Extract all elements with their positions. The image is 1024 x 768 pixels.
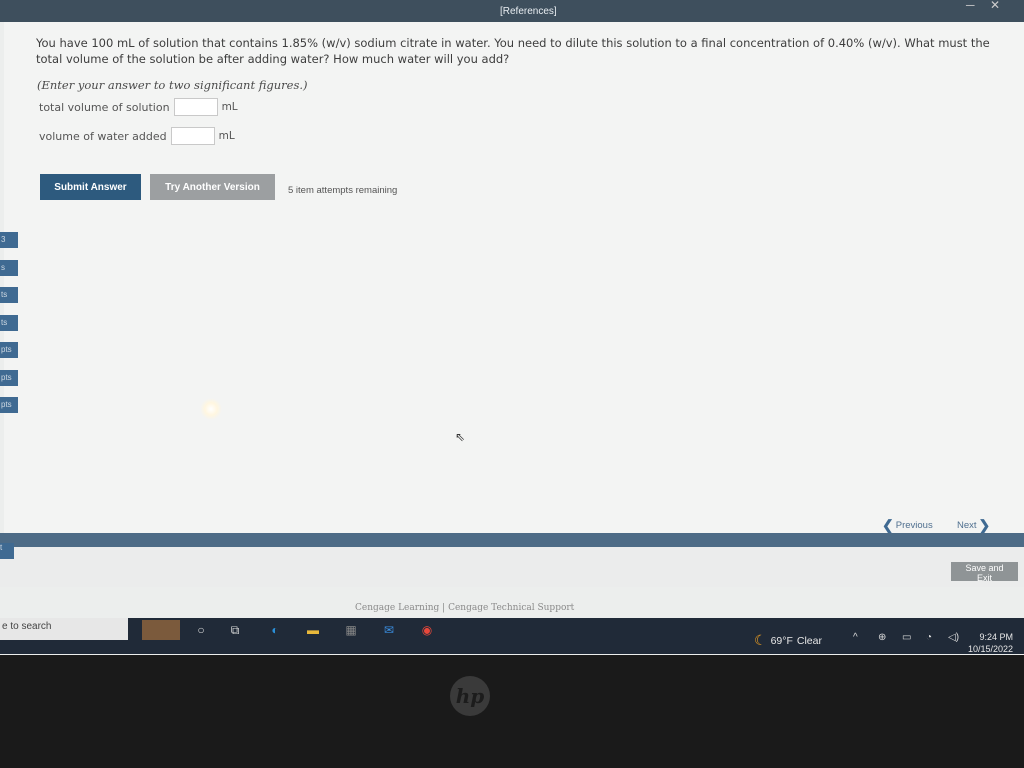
total-volume-row: total volume of solution mL [39, 98, 238, 116]
footer-links: Cengage Learning | Cengage Technical Sup… [355, 603, 574, 613]
attempts-remaining-text: 5 item attempts remaining [288, 185, 398, 196]
close-icon[interactable]: ✕ [990, 0, 1000, 12]
cortana-circle-icon[interactable]: ○ [192, 622, 210, 638]
left-sidebar: 3 s ts ts pts pts pts [0, 0, 18, 540]
save-and-exit-button[interactable]: Save and Exit [951, 562, 1018, 583]
water-volume-label: volume of water added [39, 129, 167, 143]
sidebar-item[interactable]: pts [0, 370, 18, 386]
battery-icon[interactable]: ▭ [902, 632, 911, 643]
taskbar-search[interactable]: e to search [0, 618, 128, 640]
sidebar-item[interactable]: ts [0, 287, 18, 303]
hp-logo: hp [450, 676, 490, 716]
total-volume-unit: mL [221, 101, 238, 113]
weather-condition: Clear [796, 634, 822, 647]
browser-screen: [References] ─ ✕ 3 s ts ts pts pts pts Y… [0, 0, 1024, 655]
question-text: You have 100 mL of solution that contain… [36, 36, 990, 66]
speaker-icon[interactable]: ◁) [948, 632, 959, 643]
chevron-up-icon[interactable]: ^ [853, 632, 858, 643]
submit-answer-button[interactable]: Submit Answer [40, 174, 141, 200]
chrome-icon[interactable]: ◉ [418, 622, 436, 638]
significant-figures-hint: (Enter your answer to two significant fi… [37, 78, 308, 92]
navigation-bar [0, 533, 1024, 547]
chevron-right-icon: ❯ [978, 517, 991, 533]
previous-button[interactable]: ❮ Previous [882, 517, 933, 534]
meet-now-icon[interactable]: ⊕ [878, 632, 886, 643]
search-highlight-icon[interactable] [142, 620, 180, 640]
top-bar: [References] ─ ✕ [0, 0, 1024, 22]
clock-time: 9:24 PM [979, 632, 1014, 642]
sidebar-item[interactable]: pts [0, 397, 18, 413]
task-view-icon[interactable]: ⧉ [226, 622, 244, 638]
water-volume-input[interactable] [170, 127, 215, 145]
sidebar-item[interactable]: s [0, 260, 18, 276]
store-icon[interactable]: ▦ [342, 622, 360, 638]
previous-label: Previous [895, 520, 933, 531]
file-explorer-icon[interactable]: ▬ [304, 622, 322, 638]
cengage-learning-link[interactable]: Cengage Learning [355, 603, 439, 613]
total-volume-label: total volume of solution [39, 100, 170, 114]
water-volume-unit: mL [218, 130, 235, 142]
water-volume-row: volume of water added mL [39, 127, 235, 145]
footer-area [0, 547, 1024, 587]
footer-separator: | [442, 603, 446, 613]
moon-icon: ☾ [754, 632, 767, 648]
weather-temp: 69°F [770, 634, 793, 647]
minimize-icon[interactable]: ─ [966, 0, 975, 12]
total-volume-input[interactable] [173, 98, 218, 116]
sidebar-item[interactable]: ts [0, 315, 18, 331]
sidebar-item[interactable]: pts [0, 342, 18, 358]
sidebar-item[interactable]: 3 [0, 232, 18, 248]
windows-taskbar: e to search ○ ⧉ ◐ ▬ ▦ ✉ ◉ ☾ 69°F Clear ^… [0, 618, 1024, 654]
cengage-support-link[interactable]: Cengage Technical Support [448, 603, 574, 613]
edge-browser-icon[interactable]: ◐ [266, 622, 284, 638]
wifi-icon[interactable]: ◔ [926, 632, 932, 643]
try-another-version-button[interactable]: Try Another Version [150, 174, 275, 200]
sidebar-exit-tab[interactable]: t [0, 543, 14, 559]
system-clock[interactable]: 9:24 PM 10/15/2022 [968, 631, 1013, 655]
clock-date: 10/15/2022 [968, 644, 1014, 654]
mouse-cursor-icon: ⇖ [455, 430, 466, 444]
mail-icon[interactable]: ✉ [380, 622, 398, 638]
weather-widget[interactable]: ☾ 69°F Clear [754, 632, 822, 649]
screen-glare [200, 398, 222, 420]
references-link[interactable]: [References] [500, 6, 557, 17]
chevron-left-icon: ❮ [882, 517, 894, 533]
next-button[interactable]: Next ❯ [957, 517, 990, 534]
next-label: Next [957, 520, 977, 531]
